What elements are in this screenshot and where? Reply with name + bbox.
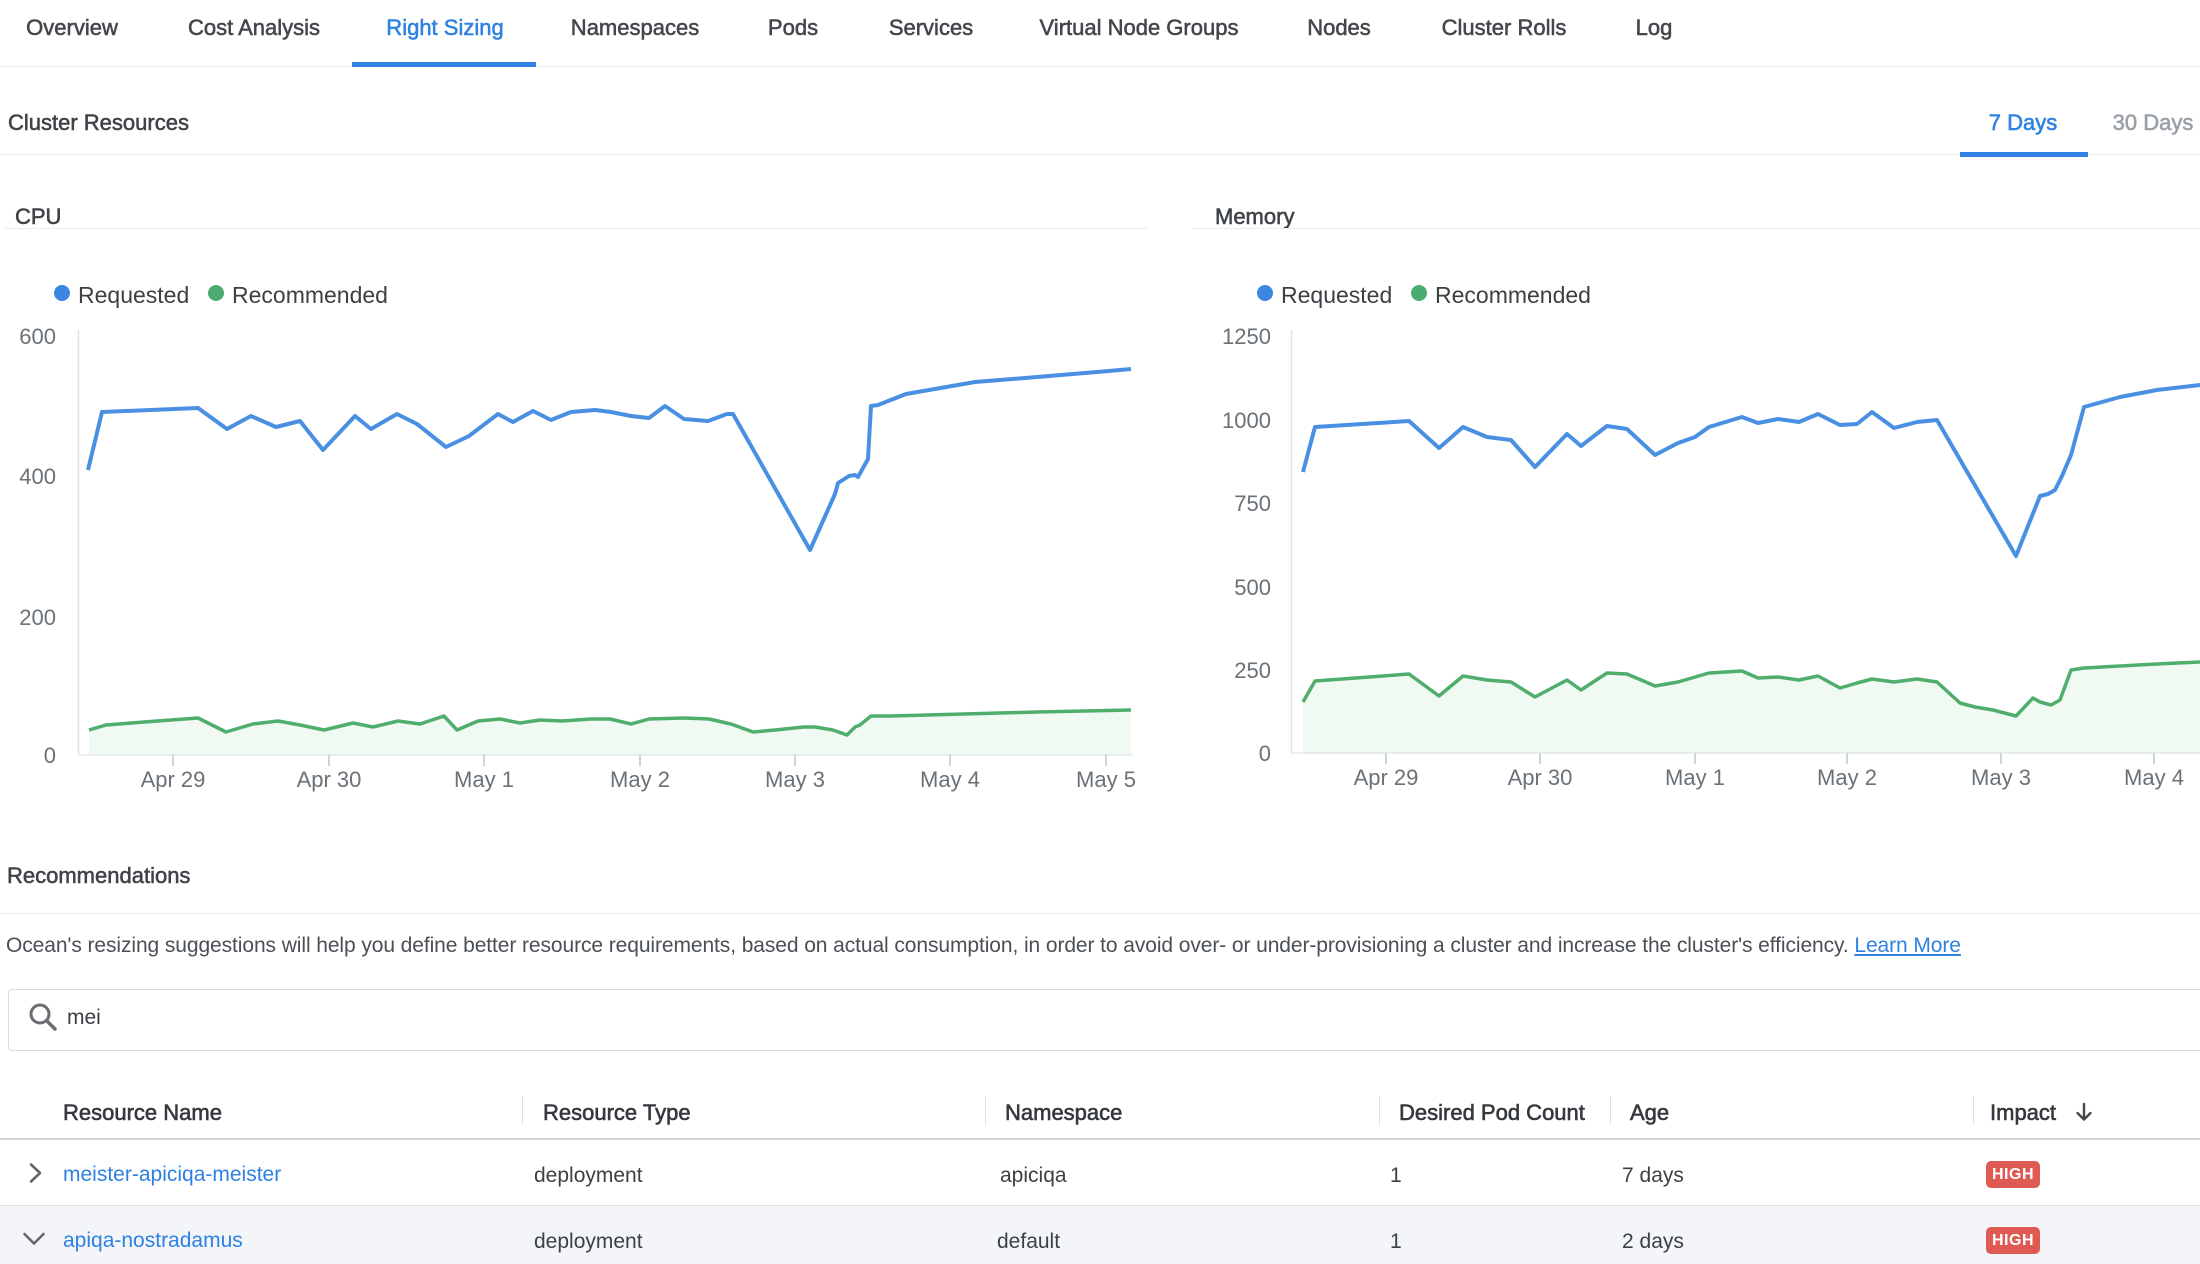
svg-text:Apr 30: Apr 30 <box>1508 765 1573 790</box>
svg-text:May 4: May 4 <box>2124 765 2184 790</box>
svg-text:Apr 29: Apr 29 <box>1354 765 1419 790</box>
svg-text:May 1: May 1 <box>1665 765 1725 790</box>
svg-text:May 3: May 3 <box>1971 765 2031 790</box>
svg-text:1000: 1000 <box>1222 408 1271 433</box>
svg-text:May 4: May 4 <box>920 767 980 792</box>
svg-text:May 5: May 5 <box>1076 767 1136 792</box>
svg-text:0: 0 <box>44 743 56 768</box>
svg-text:Apr 30: Apr 30 <box>297 767 362 792</box>
svg-text:1250: 1250 <box>1222 324 1271 349</box>
svg-text:250: 250 <box>1234 658 1271 683</box>
svg-text:200: 200 <box>19 605 56 630</box>
svg-text:400: 400 <box>19 464 56 489</box>
svg-text:May 3: May 3 <box>765 767 825 792</box>
svg-text:May 2: May 2 <box>1817 765 1877 790</box>
svg-text:600: 600 <box>19 324 56 349</box>
svg-text:Apr 29: Apr 29 <box>141 767 206 792</box>
svg-text:May 1: May 1 <box>454 767 514 792</box>
svg-text:May 2: May 2 <box>610 767 670 792</box>
svg-text:0: 0 <box>1259 741 1271 766</box>
svg-text:750: 750 <box>1234 491 1271 516</box>
svg-text:500: 500 <box>1234 575 1271 600</box>
